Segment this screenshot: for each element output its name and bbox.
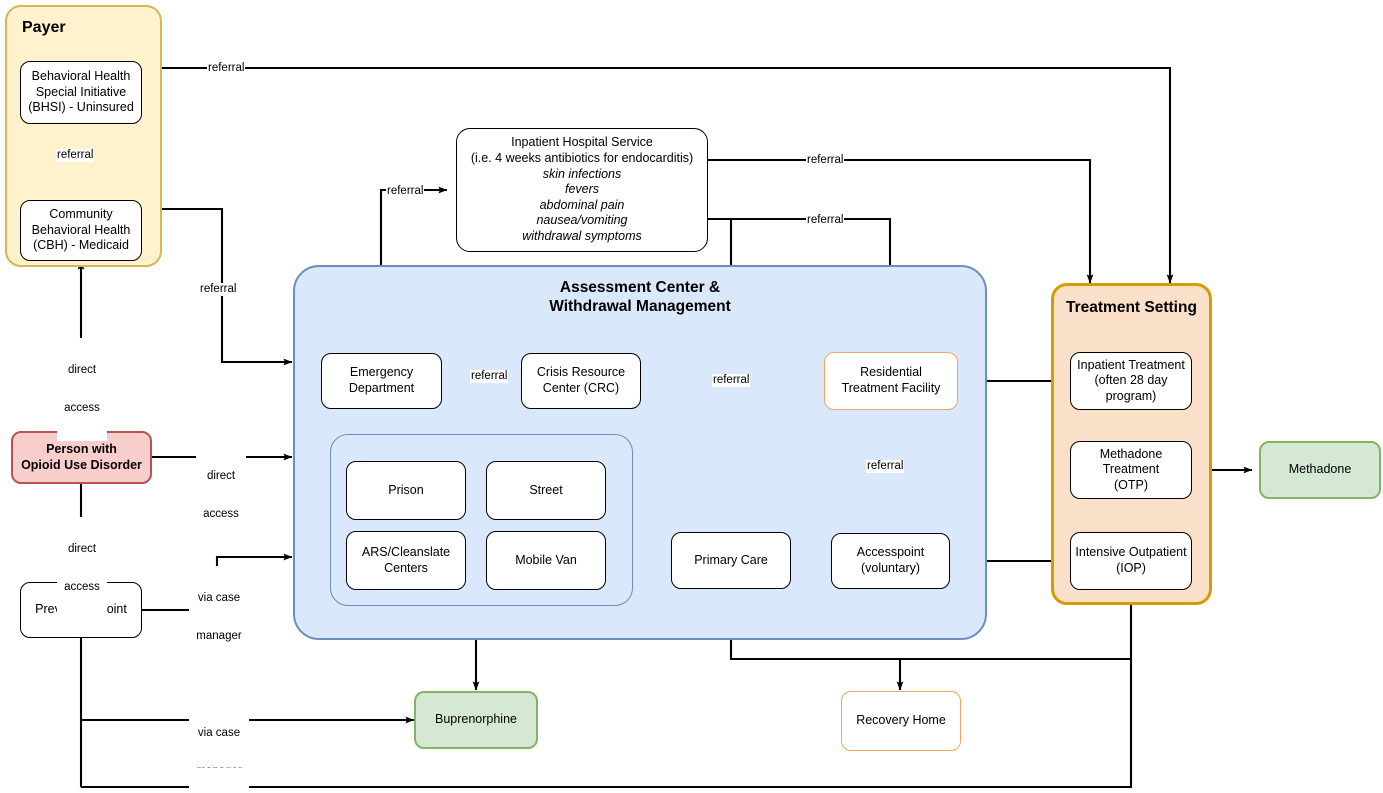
node-recovery-home[interactable]: Recovery Home — [841, 691, 961, 751]
node-accesspoint-line1: Accesspoint — [856, 545, 925, 560]
node-bhsi-line2: Special Initiative — [35, 84, 127, 99]
edge-label-person-to-assessment: direct access — [196, 444, 246, 547]
node-emergency-department-line2: Department — [348, 381, 415, 395]
node-residential-line2: Treatment Facility — [841, 381, 941, 395]
node-ars-line1: ARS/Cleanslate — [361, 544, 451, 559]
node-inpatient-hospital-symptom-4: nausea/vomiting — [536, 213, 628, 228]
node-ars-line2: Centers — [384, 560, 428, 575]
node-primary-care[interactable]: Primary Care — [671, 532, 791, 589]
node-cbh-line2: Behavioral Health — [31, 222, 131, 237]
edge-label-inpatient-hospital-to-treatment: referral — [806, 154, 845, 167]
node-inpatient-treatment-line3: program) — [1105, 388, 1157, 403]
node-inpatient-hospital-line2: (i.e. 4 weeks antibiotics for endocardit… — [470, 150, 694, 165]
edge-label-person-to-cbh: direct access — [57, 338, 107, 441]
assessment-center-group-title: Assessment Center & Withdrawal Managemen… — [440, 279, 840, 316]
edge-label-person-to-assessment-line1: direct — [206, 469, 236, 482]
edge-label-prevention-to-assessment-line1: via case — [197, 591, 241, 604]
assessment-title-line1: Assessment Center & — [559, 279, 721, 296]
treatment-setting-group-title: Treatment Setting — [1066, 299, 1197, 316]
node-inpatient-hospital-symptom-2: fevers — [564, 182, 600, 197]
node-ars-cleanslate-centers[interactable]: ARS/Cleanslate Centers — [346, 531, 466, 590]
edge-label-person-to-cbh-line2: access — [64, 402, 100, 415]
edge-label-cbh-to-assessment: referral — [199, 283, 238, 296]
node-methadone-treatment[interactable]: Methadone Treatment (OTP) — [1070, 441, 1192, 499]
edge-label-person-to-prevention-line2: access — [64, 581, 100, 594]
node-inpatient-treatment[interactable]: Inpatient Treatment (often 28 day progra… — [1070, 352, 1192, 410]
node-person-line2: Opioid Use Disorder — [21, 457, 142, 472]
edge-label-crc-to-residential: referral — [712, 374, 751, 387]
node-methadone-treatment-line2: Treatment — [1102, 462, 1160, 477]
node-cbh[interactable]: Community Behavioral Health (CBH) - Medi… — [20, 200, 142, 261]
edge-label-ed-to-inpatient-hospital: referral — [386, 185, 425, 198]
node-inpatient-hospital-symptom-1: skin infections — [542, 166, 622, 181]
edge-label-accesspoint-to-residential: referral — [866, 460, 905, 473]
node-accesspoint[interactable]: Accesspoint (voluntary) — [831, 533, 950, 589]
node-inpatient-hospital-symptom-3: abdominal pain — [539, 197, 625, 212]
node-emergency-department[interactable]: Emergency Department — [321, 353, 442, 409]
node-buprenorphine-label: Buprenorphine — [434, 712, 517, 727]
edge-label-inpatient-hospital-to-residential: referral — [806, 214, 845, 227]
assessment-title-line2: Withdrawal Management — [549, 297, 731, 315]
node-primary-care-label: Primary Care — [694, 552, 768, 567]
edge-label-person-to-assessment-line2: access — [203, 508, 239, 521]
node-bhsi-line1: Behavioral Health — [31, 69, 131, 84]
edge-label-ed-to-crc: referral — [470, 370, 509, 383]
edge-label-cbh-to-bhsi: referral — [56, 149, 95, 162]
node-inpatient-hospital-line1: Inpatient Hospital Service — [511, 135, 653, 150]
edge-label-bhsi-to-treatment: referral — [207, 62, 246, 75]
edge-label-person-to-prevention-line1: direct — [67, 542, 97, 555]
node-crisis-resource-center[interactable]: Crisis Resource Center (CRC) — [521, 353, 641, 409]
node-prison-label: Prison — [388, 482, 424, 497]
node-inpatient-treatment-line1: Inpatient Treatment — [1077, 357, 1185, 372]
edge-label-prevention-to-assessment-line2: manager — [196, 630, 242, 643]
edge-label-person-to-cbh-line1: direct — [67, 363, 97, 376]
node-iop-line1: Intensive Outpatient — [1075, 545, 1187, 560]
node-mobile-van[interactable]: Mobile Van — [486, 531, 606, 590]
edge-label-person-to-prevention: direct access — [57, 517, 107, 620]
node-residential-line1: Residential — [860, 365, 922, 380]
node-street-label: Street — [529, 482, 563, 497]
edge-label-prevention-to-buprenorphine-line1: via case — [197, 726, 241, 739]
node-accesspoint-line2: (voluntary) — [860, 561, 921, 575]
node-bhsi[interactable]: Behavioral Health Special Initiative (BH… — [20, 61, 142, 124]
node-person-line1: Person with — [46, 441, 117, 456]
node-prison[interactable]: Prison — [346, 461, 466, 520]
node-crc-line1: Crisis Resource — [536, 365, 626, 380]
node-inpatient-hospital-symptom-5: withdrawal symptoms — [522, 229, 642, 244]
diagram-canvas: Payer Behavioral Health Special Initiati… — [0, 0, 1383, 793]
node-recovery-home-label: Recovery Home — [856, 713, 946, 728]
node-intensive-outpatient[interactable]: Intensive Outpatient (IOP) — [1070, 532, 1192, 590]
payer-group-title: Payer — [22, 19, 66, 36]
node-inpatient-hospital-service[interactable]: Inpatient Hospital Service (i.e. 4 weeks… — [456, 128, 708, 252]
node-street[interactable]: Street — [486, 461, 606, 520]
node-cbh-line3: (CBH) - Medicaid — [33, 238, 129, 253]
node-iop-line2: (IOP) — [1116, 561, 1146, 575]
edge-label-prevention-to-iop: via case manager — [189, 768, 249, 793]
node-methadone-treatment-line1: Methadone — [1099, 446, 1163, 461]
node-cbh-line1: Community — [49, 207, 113, 222]
node-buprenorphine[interactable]: Buprenorphine — [414, 691, 538, 749]
edge-label-prevention-to-assessment: via case manager — [189, 566, 249, 669]
node-inpatient-treatment-line2: (often 28 day — [1094, 373, 1168, 388]
node-methadone[interactable]: Methadone — [1259, 441, 1381, 499]
node-mobile-van-label: Mobile Van — [515, 552, 577, 567]
node-emergency-department-line1: Emergency — [349, 365, 414, 380]
node-bhsi-line3: (BHSI) - Uninsured — [28, 100, 134, 115]
node-methadone-label: Methadone — [1288, 462, 1352, 477]
node-residential-treatment-facility[interactable]: Residential Treatment Facility — [824, 352, 958, 410]
node-methadone-treatment-line3: (OTP) — [1113, 477, 1149, 492]
node-crc-line2: Center (CRC) — [542, 381, 620, 395]
